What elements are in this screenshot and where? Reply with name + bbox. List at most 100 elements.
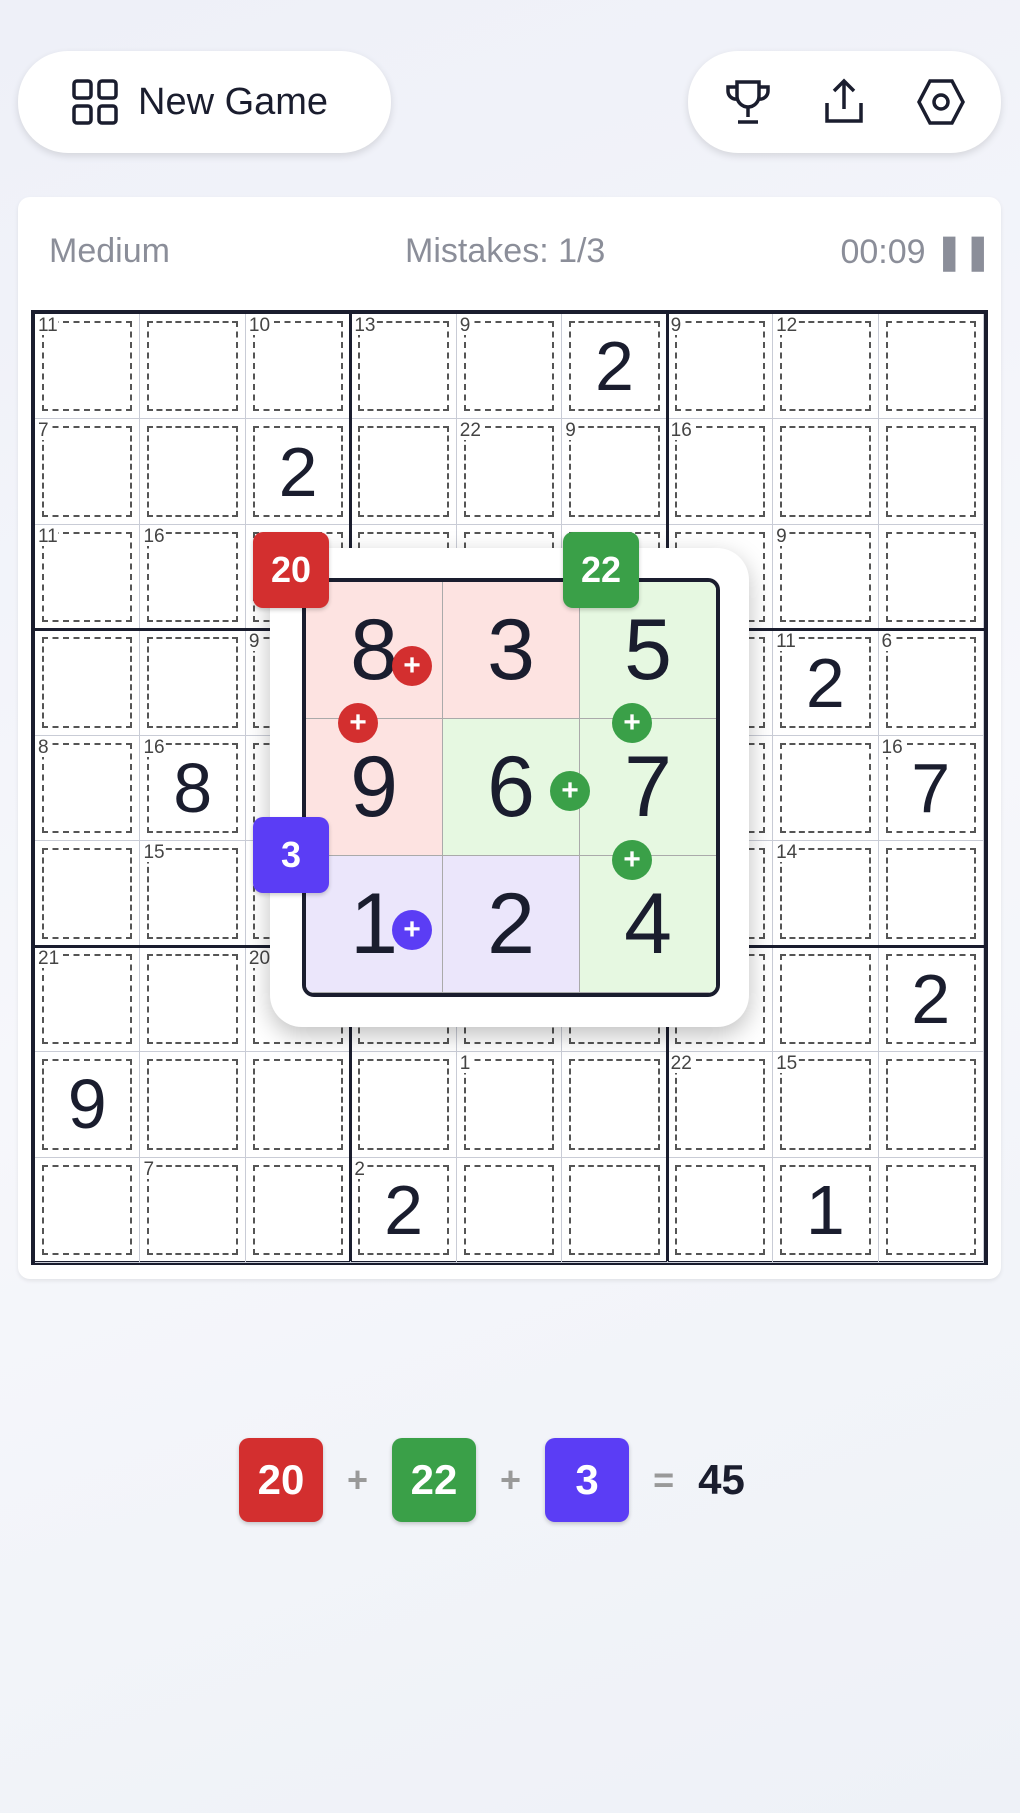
cage-outline — [42, 848, 133, 939]
cage-outline — [42, 637, 133, 728]
cage-outline — [885, 1164, 976, 1255]
plus-icon: + — [338, 703, 378, 743]
grid-cell[interactable]: 21 — [35, 946, 141, 1053]
grid-cell[interactable]: 12 — [773, 314, 879, 420]
cage-outline — [147, 637, 238, 728]
grid-cell[interactable] — [878, 314, 984, 420]
badge-green: 22 — [563, 532, 639, 608]
cage-outline — [147, 321, 238, 412]
cell-value: 1 — [805, 1170, 845, 1249]
grid-cell[interactable] — [245, 1157, 352, 1263]
hint-cell: 2 — [443, 856, 580, 993]
cage-outline — [358, 1059, 449, 1150]
cage-sum: 9 — [248, 631, 260, 653]
cage-outline — [885, 848, 976, 939]
grid-cell[interactable]: 14 — [773, 841, 879, 947]
grid-cell[interactable] — [878, 419, 984, 525]
grid-cell[interactable] — [562, 1157, 668, 1263]
grid-cell[interactable]: 15 — [773, 1052, 879, 1158]
term-green: 22 — [392, 1438, 477, 1522]
grid-cell[interactable] — [878, 841, 984, 947]
grid-cell[interactable]: 11 2 — [773, 630, 879, 736]
grid-cell[interactable] — [878, 1157, 984, 1263]
grid-cell[interactable]: 22 — [667, 1052, 774, 1158]
grid-cell[interactable] — [140, 314, 246, 420]
cell-value: 8 — [173, 748, 213, 827]
cage-outline — [780, 426, 871, 517]
cage-sum: 13 — [354, 315, 376, 336]
grid-cell[interactable] — [351, 419, 457, 525]
cage-outline — [252, 1164, 344, 1255]
grid-cell[interactable]: 15 — [140, 841, 246, 947]
grid-cell[interactable] — [456, 1157, 563, 1263]
grid-cell[interactable] — [351, 1052, 457, 1158]
grid-cell[interactable] — [773, 419, 879, 525]
grid-cell[interactable] — [562, 1052, 668, 1158]
grid-cell[interactable]: 16 8 — [140, 735, 246, 842]
cage-sum: 11 — [38, 315, 58, 336]
grid-cell[interactable]: 22 — [351, 1157, 457, 1263]
grid-cell[interactable]: 9 — [562, 419, 668, 525]
cell-value: 2 — [805, 643, 845, 722]
grid-cell[interactable]: 2 — [562, 314, 668, 420]
cage-outline — [147, 426, 238, 517]
grid-cell[interactable]: 1 — [773, 1157, 879, 1263]
share-icon[interactable] — [817, 75, 871, 129]
cage-hint-popup: 835967124 20 22 3 + + + + + + — [253, 532, 749, 1027]
cage-outline — [463, 1059, 555, 1150]
grid-cell[interactable]: 16 7 — [878, 735, 984, 842]
cell-value: 2 — [911, 959, 951, 1038]
cell-value: 2 — [278, 432, 318, 511]
plus-icon: + — [550, 771, 590, 811]
grid-cell[interactable] — [773, 946, 879, 1053]
grid-cell[interactable]: 6 — [878, 630, 984, 736]
sum-equation: 20 + 22 + 3 = 45 — [239, 1438, 745, 1522]
grid-cell[interactable] — [140, 1052, 246, 1158]
grid-cell[interactable] — [878, 1052, 984, 1158]
cage-outline — [885, 1059, 976, 1150]
pause-icon[interactable]: ❚❚ — [935, 233, 992, 271]
grid-cell[interactable]: 16 — [667, 419, 774, 525]
grid-cell[interactable]: 7 — [35, 419, 141, 525]
grid-cell[interactable]: 8 — [35, 735, 141, 842]
grid-cell[interactable] — [667, 1157, 774, 1263]
grid-cell[interactable]: 1 — [456, 1052, 563, 1158]
new-game-button[interactable]: New Game — [18, 51, 391, 153]
grid-cell[interactable]: 9 — [35, 1052, 141, 1158]
grid-cell[interactable]: 11 — [35, 524, 141, 631]
grid-cell[interactable]: 2 — [245, 419, 352, 525]
grid-cell[interactable]: 13 — [351, 314, 457, 420]
cage-outline — [780, 531, 871, 623]
cage-outline — [569, 426, 660, 517]
grid-cell[interactable]: 9 — [667, 314, 774, 420]
trophy-icon[interactable] — [721, 75, 775, 129]
grid-cell[interactable] — [35, 1157, 141, 1263]
grid-cell[interactable] — [35, 841, 141, 947]
settings-icon[interactable] — [914, 75, 968, 129]
grid-cell[interactable] — [35, 630, 141, 736]
grid-cell[interactable] — [140, 946, 246, 1053]
grid-cell[interactable] — [140, 630, 246, 736]
grid-cell[interactable] — [773, 735, 879, 842]
toolbar — [688, 51, 1001, 153]
grid-cell[interactable]: 22 — [456, 419, 563, 525]
cage-outline — [147, 1164, 238, 1255]
grid-cell[interactable]: 7 — [140, 1157, 246, 1263]
grid-cell[interactable]: 2 — [878, 946, 984, 1053]
term-red: 20 — [239, 1438, 323, 1522]
grid-cell[interactable]: 16 — [140, 524, 246, 631]
cage-sum: 9 — [776, 525, 787, 547]
grid-cell[interactable] — [878, 524, 984, 631]
cage-outline — [885, 321, 976, 412]
grid-cell[interactable]: 10 — [245, 314, 352, 420]
grid-cell[interactable]: 9 — [456, 314, 563, 420]
plus-icon: + — [612, 840, 652, 880]
grid-cell[interactable]: 9 — [773, 524, 879, 631]
grid-cell[interactable]: 11 — [35, 314, 141, 420]
cell-value: 2 — [594, 327, 634, 406]
grid-cell[interactable] — [140, 419, 246, 525]
timer-value: 00:09 — [840, 233, 926, 271]
grid-cell[interactable] — [245, 1052, 352, 1158]
cage-sum: 1 — [459, 1053, 471, 1075]
cage-sum: 16 — [670, 420, 692, 442]
